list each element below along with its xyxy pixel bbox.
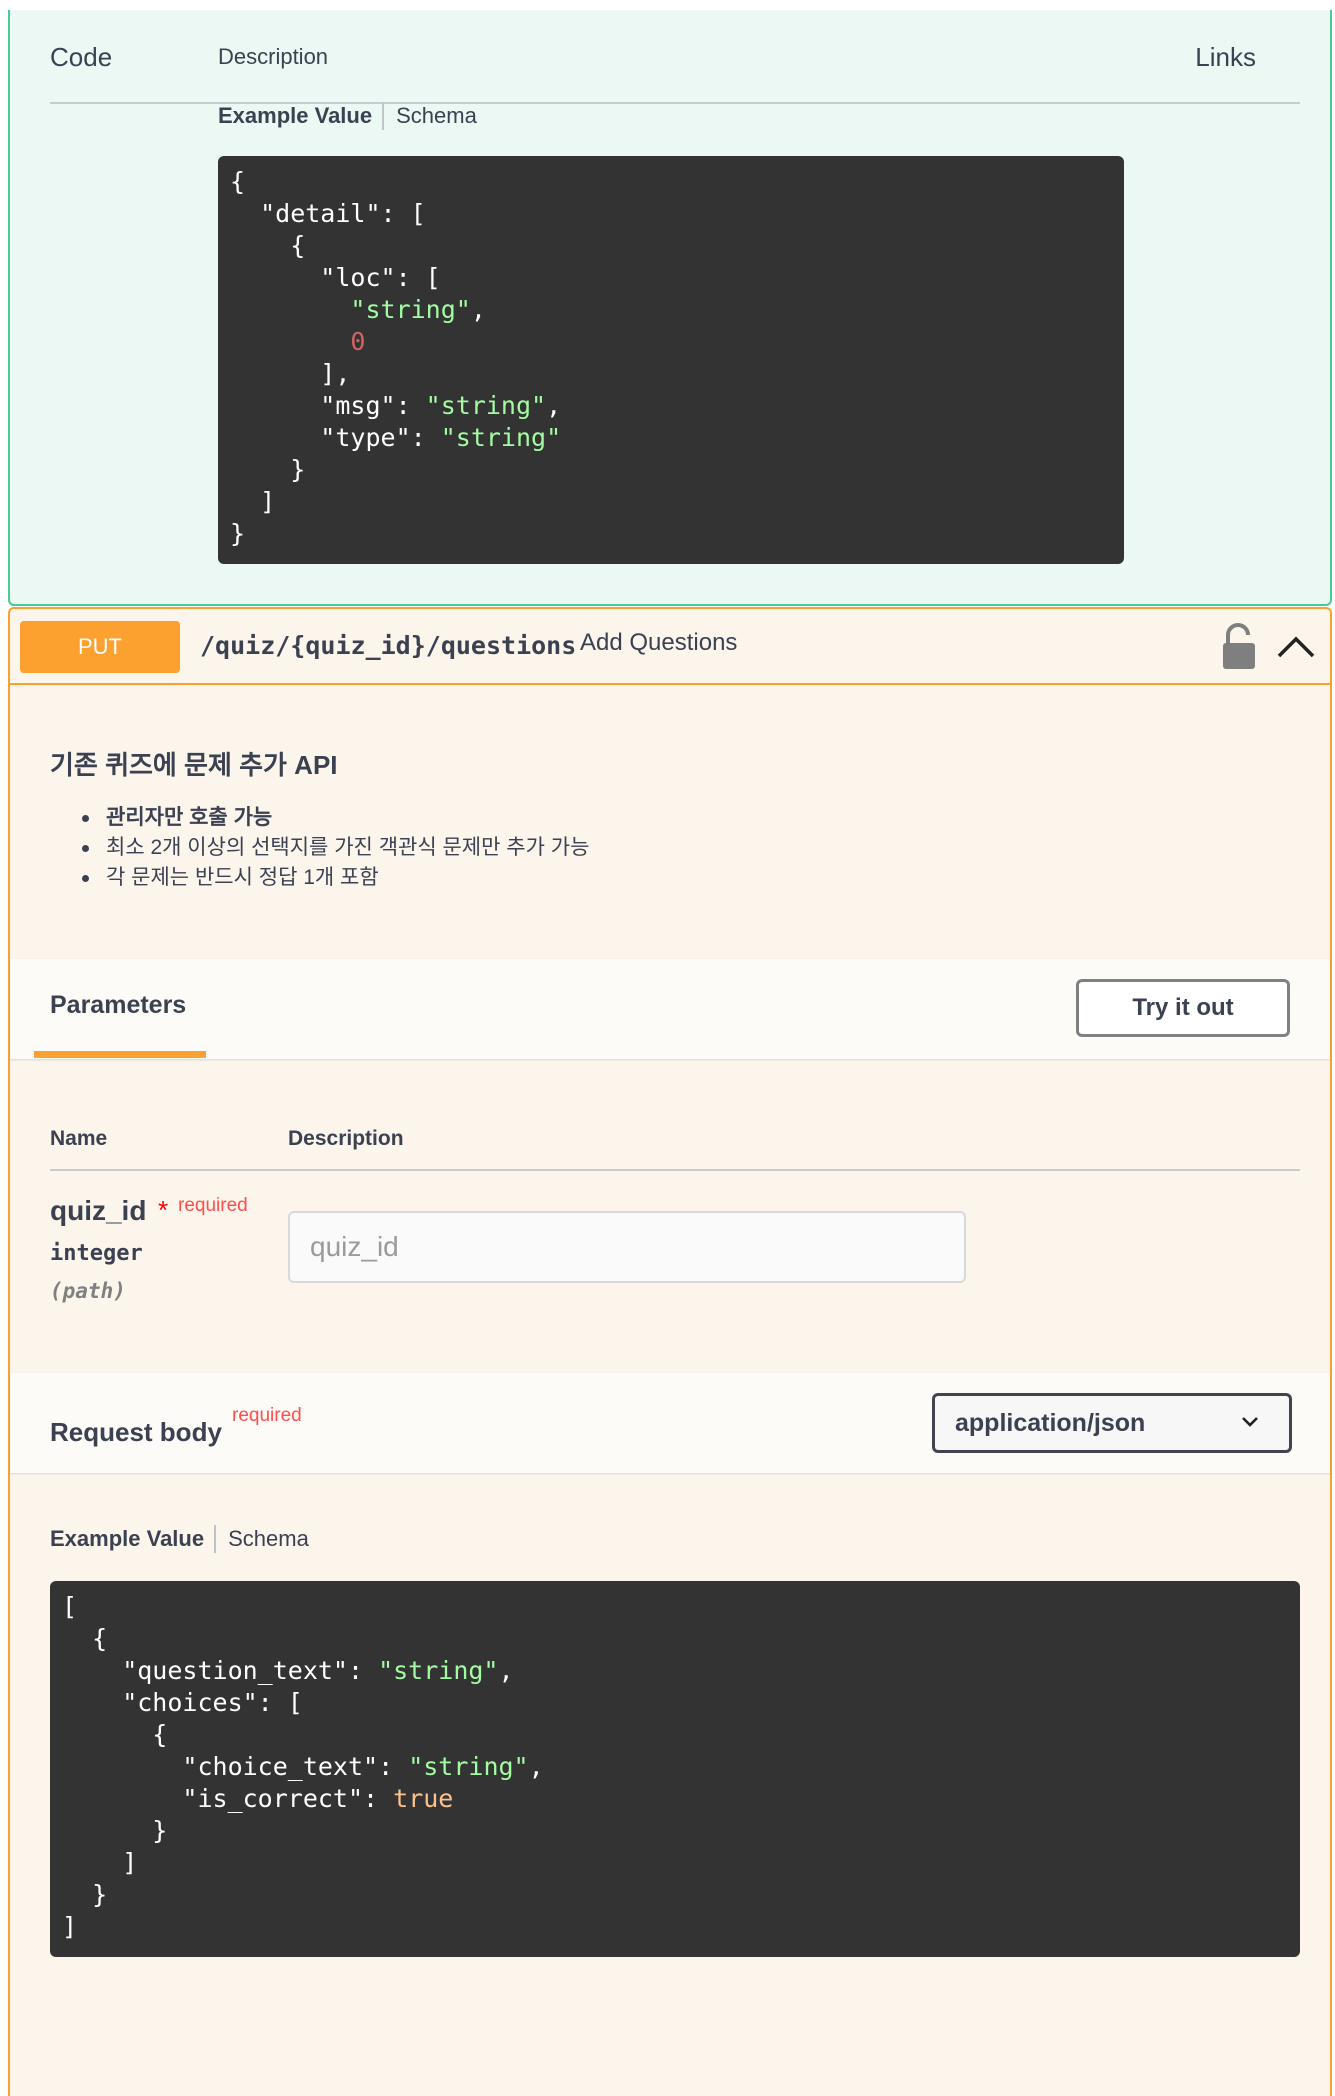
try-it-out-button[interactable]: Try it out — [1076, 979, 1290, 1037]
column-name: Name — [50, 1127, 108, 1150]
parameters-section-header: Parameters Try it out — [10, 959, 1330, 1059]
response-example-code: { "detail": [ { "loc": [ "string", 0 ], … — [218, 156, 1124, 564]
column-description: Description — [288, 1127, 404, 1150]
required-asterisk: * — [158, 1195, 169, 1225]
request-example-tabs: Example Value Schema — [50, 1525, 309, 1553]
operation-summary: Add Questions — [580, 629, 738, 656]
content-type-value: application/json — [955, 1409, 1146, 1437]
operation-path: /quiz/{quiz_id}/questions — [200, 631, 577, 660]
column-links: Links — [1195, 42, 1256, 72]
tab-divider — [214, 1525, 217, 1553]
response-example-tabs: Example Value Schema — [218, 102, 477, 130]
active-tab-indicator — [34, 1051, 206, 1058]
request-body-section-header: Request body required application/json — [10, 1373, 1330, 1473]
chevron-down-icon — [1242, 1417, 1258, 1427]
request-body-title: Request body — [50, 1417, 222, 1447]
required-label: required — [178, 1195, 248, 1216]
chevron-up-icon[interactable] — [1276, 629, 1316, 663]
unlocked-lock-icon[interactable] — [1220, 623, 1258, 671]
tab-schema[interactable]: Schema — [228, 1526, 309, 1552]
quiz-id-input[interactable]: quiz_id — [288, 1211, 966, 1283]
responses-table-header: Code Description Links — [50, 42, 1300, 104]
list-item: 각 문제는 반드시 정답 1개 포함 — [82, 863, 589, 893]
parameter-type: integer — [50, 1241, 143, 1266]
operation-description-list: 관리자만 호출 가능 최소 2개 이상의 선택지를 가진 객관식 문제만 추가 … — [82, 803, 589, 893]
parameter-name: quiz_id — [50, 1195, 147, 1226]
column-description: Description — [218, 44, 329, 69]
column-code: Code — [50, 42, 113, 72]
tab-schema[interactable]: Schema — [396, 103, 477, 129]
list-item: 최소 2개 이상의 선택지를 가진 객관식 문제만 추가 가능 — [82, 833, 589, 863]
put-operation-block: PUT /quiz/{quiz_id}/questions Add Questi… — [8, 607, 1332, 2096]
list-item: 관리자만 호출 가능 — [82, 803, 589, 833]
tab-divider — [382, 102, 385, 130]
request-example-code: [ { "question_text": "string", "choices"… — [50, 1581, 1300, 1957]
previous-operation-responses: Code Description Links Example Value Sch… — [8, 10, 1332, 606]
content-type-select[interactable]: application/json — [932, 1393, 1292, 1453]
parameter-location: (path) — [50, 1279, 126, 1303]
tab-parameters[interactable]: Parameters — [50, 991, 186, 1020]
operation-description-title: 기존 퀴즈에 문제 추가 API — [50, 750, 338, 780]
http-method-badge: PUT — [20, 621, 180, 673]
required-label: required — [232, 1405, 302, 1426]
tab-example-value[interactable]: Example Value — [50, 1526, 214, 1552]
tab-example-value[interactable]: Example Value — [218, 103, 382, 129]
operation-summary-bar[interactable]: PUT /quiz/{quiz_id}/questions Add Questi… — [10, 609, 1330, 685]
parameters-table-header: Name Description — [50, 1111, 1300, 1171]
